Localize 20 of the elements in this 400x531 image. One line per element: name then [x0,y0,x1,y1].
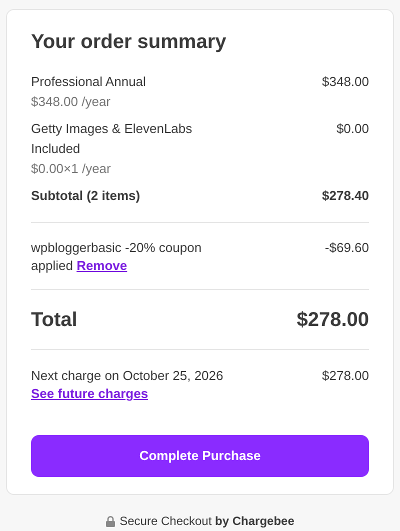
coupon-text: wpbloggerbasic -20% coupon applied Remove [31,239,203,275]
summary-title: Your order summary [31,30,228,55]
coupon-value: -$69.60 [324,239,369,257]
complete-purchase-button[interactable]: Complete Purchase [31,435,369,477]
next-charge-text: Next charge on October 25, 2026 [31,367,224,385]
next-charge-value: $278.00 [322,367,369,385]
total-value: $278.00 [296,308,369,332]
item-detail: $348.00 /year [31,93,112,111]
secure-checkout-text: Secure Checkout by Chargebee [120,513,294,530]
item-name: Professional Annual [31,73,147,91]
item-price: $0.00 [336,120,369,138]
item-name: Getty Images & ElevenLabs Included [31,120,194,158]
lock-icon [106,516,115,526]
remove-link[interactable]: Remove [76,258,128,273]
item-price: $348.00 [322,73,369,91]
subtotal-label: Subtotal (2 items) [31,187,140,205]
subtotal-value: $278.40 [322,187,369,205]
item-detail: $0.00×1 /year [31,160,112,178]
total-label: Total [31,308,78,332]
future-charges-link[interactable]: See future charges [31,385,148,403]
